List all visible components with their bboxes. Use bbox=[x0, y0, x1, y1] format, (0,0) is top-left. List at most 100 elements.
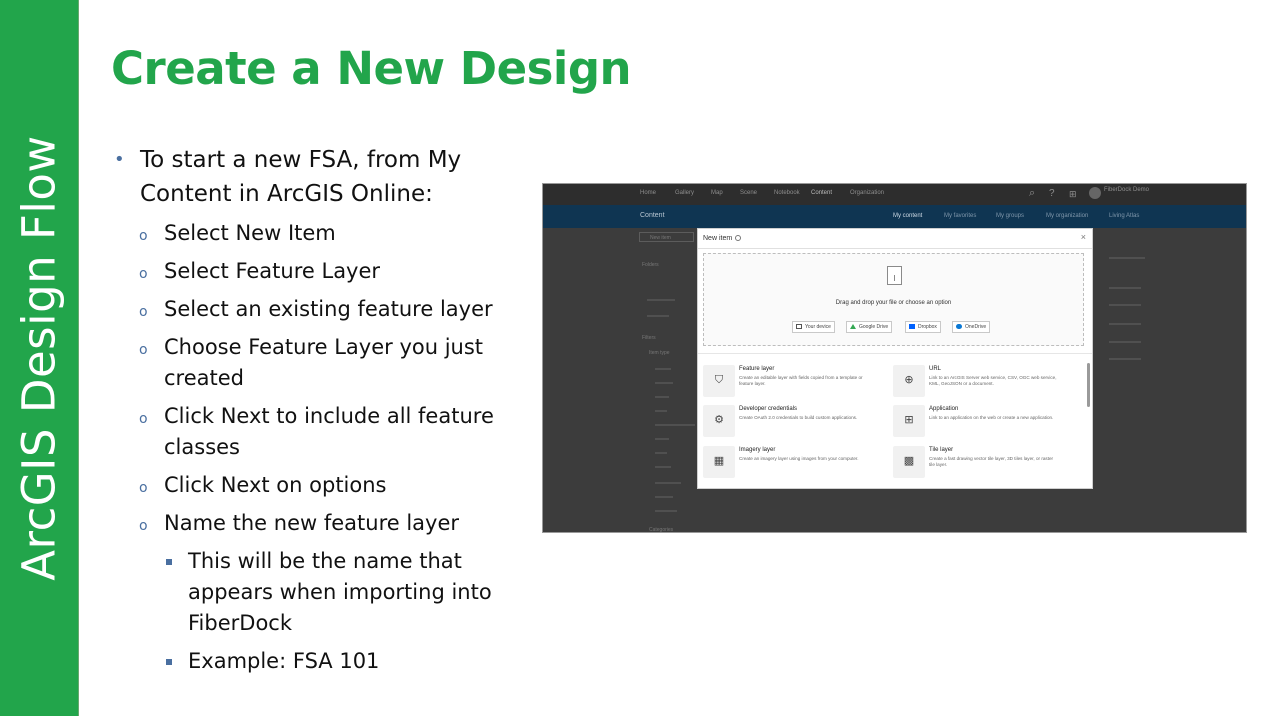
new-item-button[interactable]: New item bbox=[639, 232, 694, 242]
placeholder-line bbox=[655, 368, 671, 370]
device-icon bbox=[796, 324, 802, 329]
nav-map[interactable]: Map bbox=[711, 190, 723, 196]
placeholder-line bbox=[655, 438, 669, 440]
step-item: o Choose Feature Layer you just created bbox=[139, 335, 484, 390]
globe-icon: ⊕ bbox=[893, 365, 925, 397]
circle-bullet-icon: o bbox=[139, 480, 148, 496]
sub-step-item: This will be the name that appears when … bbox=[112, 546, 512, 639]
grid-icon: ⊞ bbox=[893, 405, 925, 437]
top-nav: Home Gallery Map Scene Notebook Content … bbox=[543, 184, 1246, 205]
bullet-main: • To start a new FSA, from My Content in … bbox=[112, 143, 512, 211]
side-folders-label: Folders bbox=[642, 262, 659, 268]
option-feature-layer[interactable]: ⛉ Feature layer Create an editable layer… bbox=[703, 365, 883, 401]
nav-gallery[interactable]: Gallery bbox=[675, 190, 694, 196]
dialog-scrollbar[interactable] bbox=[1087, 363, 1090, 407]
placeholder-line bbox=[655, 452, 667, 454]
nav-content[interactable]: Content bbox=[811, 190, 832, 196]
placeholder-line bbox=[1109, 257, 1145, 259]
circle-bullet-icon: o bbox=[139, 228, 148, 244]
sidebar-band: ArcGIS Design Flow bbox=[0, 0, 78, 716]
nav-notebook[interactable]: Notebook bbox=[774, 190, 800, 196]
content-title: Content bbox=[640, 212, 665, 219]
placeholder-line bbox=[1109, 304, 1141, 306]
placeholder-line bbox=[1109, 287, 1141, 289]
option-imagery-layer[interactable]: ▦ Imagery layer Create an imagery layer … bbox=[703, 446, 883, 482]
side-item-type-label: Item type bbox=[649, 350, 670, 356]
imagery-icon: ▦ bbox=[703, 446, 735, 478]
placeholder-line bbox=[655, 396, 669, 398]
step-item: o Select Feature Layer bbox=[112, 256, 512, 287]
option-url[interactable]: ⊕ URL Link to an ArcGIS Server web servi… bbox=[893, 365, 1073, 401]
divider bbox=[78, 0, 79, 716]
dropbox-icon bbox=[909, 324, 915, 329]
placeholder-line bbox=[1109, 341, 1141, 343]
bullet-dot-icon: • bbox=[114, 149, 125, 170]
sub-step-item: Example: FSA 101 bbox=[112, 646, 512, 677]
nav-scene[interactable]: Scene bbox=[740, 190, 757, 196]
nav-organization[interactable]: Organization bbox=[850, 190, 884, 196]
search-icon[interactable]: ⌕ bbox=[1029, 187, 1035, 200]
arcgis-screenshot: Home Gallery Map Scene Notebook Content … bbox=[542, 183, 1247, 533]
placeholder-line bbox=[655, 410, 667, 412]
info-icon[interactable] bbox=[735, 235, 741, 241]
tab-my-groups[interactable]: My groups bbox=[996, 213, 1024, 219]
new-item-dialog: New item × Drag and drop your file or ch… bbox=[697, 228, 1093, 489]
square-bullet-icon bbox=[166, 559, 172, 565]
option-tile-layer[interactable]: ▩ Tile layer Create a fast drawing vecto… bbox=[893, 446, 1073, 482]
upload-file-icon bbox=[887, 266, 902, 285]
step-item: o Select New Item bbox=[112, 218, 512, 249]
user-name[interactable]: FiberDock Demo bbox=[1104, 187, 1149, 193]
placeholder-line bbox=[655, 496, 673, 498]
feature-layer-icon: ⛉ bbox=[703, 365, 735, 397]
credentials-icon: ⚙ bbox=[703, 405, 735, 437]
divider bbox=[698, 353, 1092, 354]
close-icon[interactable]: × bbox=[1081, 233, 1086, 242]
tile-icon: ▩ bbox=[893, 446, 925, 478]
circle-bullet-icon: o bbox=[139, 342, 148, 358]
dialog-header: New item × bbox=[698, 229, 1092, 249]
your-device-button[interactable]: Your device bbox=[792, 321, 835, 333]
option-application[interactable]: ⊞ Application Link to an application on … bbox=[893, 405, 1073, 441]
placeholder-line bbox=[647, 315, 669, 317]
nav-home[interactable]: Home bbox=[640, 190, 656, 196]
file-drop-zone[interactable]: Drag and drop your file or choose an opt… bbox=[703, 253, 1084, 346]
side-categories-label: Categories bbox=[649, 527, 674, 533]
google-drive-icon bbox=[850, 324, 856, 329]
onedrive-button[interactable]: OneDrive bbox=[952, 321, 991, 333]
page-title: Create a New Design bbox=[111, 42, 632, 95]
placeholder-line bbox=[655, 510, 677, 512]
circle-bullet-icon: o bbox=[139, 518, 148, 534]
google-drive-button[interactable]: Google Drive bbox=[846, 321, 893, 333]
apps-grid-icon[interactable]: ⊞ bbox=[1069, 189, 1077, 200]
dropbox-button[interactable]: Dropbox bbox=[905, 321, 941, 333]
placeholder-line bbox=[655, 424, 695, 426]
help-icon[interactable]: ? bbox=[1049, 188, 1055, 199]
step-item: o Click Next to include all feature class… bbox=[139, 404, 494, 459]
drop-instructions: Drag and drop your file or choose an opt… bbox=[835, 300, 952, 306]
avatar[interactable] bbox=[1089, 187, 1101, 199]
tab-my-organization[interactable]: My organization bbox=[1046, 213, 1088, 219]
tab-living-atlas[interactable]: Living Atlas bbox=[1109, 213, 1139, 219]
placeholder-line bbox=[647, 299, 675, 301]
circle-bullet-icon: o bbox=[139, 411, 148, 427]
step-item: o Select an existing feature layer bbox=[112, 294, 512, 325]
square-bullet-icon bbox=[166, 659, 172, 665]
tab-my-content[interactable]: My content bbox=[893, 213, 922, 219]
step-item: o Name the new feature layer bbox=[112, 508, 512, 539]
bullet-list: • To start a new FSA, from My Content in … bbox=[112, 143, 512, 677]
placeholder-line bbox=[655, 466, 671, 468]
dialog-title: New item bbox=[703, 235, 733, 242]
content-header: Content My content My favorites My group… bbox=[543, 205, 1246, 228]
circle-bullet-icon: o bbox=[139, 304, 148, 320]
placeholder-line bbox=[655, 382, 673, 384]
tab-my-favorites[interactable]: My favorites bbox=[944, 213, 976, 219]
option-developer-credentials[interactable]: ⚙ Developer credentials Create OAuth 2.0… bbox=[703, 405, 883, 441]
circle-bullet-icon: o bbox=[139, 266, 148, 282]
vertical-title: ArcGIS Design Flow bbox=[12, 135, 66, 581]
side-filters-label: Filters bbox=[642, 335, 656, 341]
placeholder-line bbox=[655, 482, 681, 484]
placeholder-line bbox=[1109, 358, 1141, 360]
onedrive-icon bbox=[956, 324, 962, 329]
placeholder-line bbox=[1109, 323, 1141, 325]
step-item: o Click Next on options bbox=[112, 470, 512, 501]
